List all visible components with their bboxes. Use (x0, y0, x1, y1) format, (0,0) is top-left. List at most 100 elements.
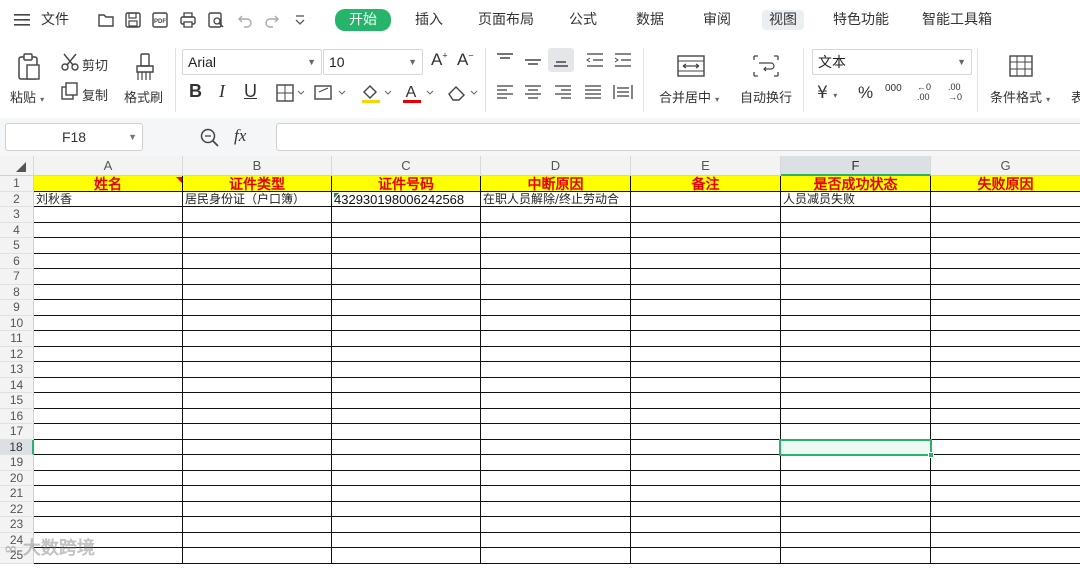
cell-g1[interactable]: 失败原因 (931, 176, 1080, 192)
cell-d22[interactable] (481, 501, 631, 517)
cell-a20[interactable] (34, 470, 183, 486)
cell-e9[interactable] (631, 300, 781, 316)
column-header-a[interactable]: A (34, 156, 183, 176)
cell-f11[interactable] (781, 331, 931, 347)
cell-c1[interactable]: 证件号码 (332, 176, 481, 192)
font-name-select[interactable]: Arial ▼ (182, 49, 322, 75)
decrease-indent-icon[interactable] (585, 52, 605, 68)
cell-b17[interactable] (183, 424, 332, 440)
cell-f7[interactable] (781, 269, 931, 285)
cell-c16[interactable] (332, 408, 481, 424)
cell-g5[interactable] (931, 238, 1080, 254)
tab-view[interactable]: 视图 (762, 10, 804, 30)
row-header-7[interactable]: 7 (0, 269, 34, 285)
column-header-g[interactable]: G (931, 156, 1080, 176)
cell-c6[interactable] (332, 253, 481, 269)
cell-g19[interactable] (931, 455, 1080, 471)
cell-e20[interactable] (631, 470, 781, 486)
row-header-16[interactable]: 16 (0, 408, 34, 424)
cell-b7[interactable] (183, 269, 332, 285)
column-header-c[interactable]: C (332, 156, 481, 176)
cell-d5[interactable] (481, 238, 631, 254)
font-color-icon[interactable]: A (402, 82, 436, 104)
cell-a7[interactable] (34, 269, 183, 285)
cell-b24[interactable] (183, 532, 332, 548)
cell-c17[interactable] (332, 424, 481, 440)
tab-formulas[interactable]: 公式 (569, 10, 597, 30)
cell-f2[interactable]: 人员减员失败 (781, 191, 931, 207)
row-header-15[interactable]: 15 (0, 393, 34, 409)
cell-g9[interactable] (931, 300, 1080, 316)
cell-c4[interactable] (332, 222, 481, 238)
cell-c24[interactable] (332, 532, 481, 548)
table-style-button[interactable]: 表 (1071, 87, 1080, 106)
cell-f16[interactable] (781, 408, 931, 424)
formula-input[interactable] (276, 123, 1080, 151)
row-header-1[interactable]: 1 (0, 176, 34, 192)
cell-f22[interactable] (781, 501, 931, 517)
row-header-14[interactable]: 14 (0, 377, 34, 393)
cell-d12[interactable] (481, 346, 631, 362)
row-header-9[interactable]: 9 (0, 300, 34, 316)
cell-g13[interactable] (931, 362, 1080, 378)
cell-f10[interactable] (781, 315, 931, 331)
row-header-19[interactable]: 19 (0, 455, 34, 471)
cell-c22[interactable] (332, 501, 481, 517)
increase-decimal-button[interactable]: ←0 .00 (917, 82, 937, 102)
cell-g18[interactable] (931, 440, 1080, 455)
row-header-22[interactable]: 22 (0, 501, 34, 517)
cell-e4[interactable] (631, 222, 781, 238)
cell-d3[interactable] (481, 207, 631, 223)
scissors-icon[interactable] (60, 52, 80, 72)
cut-button[interactable]: 剪切 (82, 55, 108, 74)
cell-g3[interactable] (931, 207, 1080, 223)
cell-a4[interactable] (34, 222, 183, 238)
hamburger-menu-icon[interactable] (14, 13, 32, 27)
print-preview-icon[interactable] (207, 11, 225, 29)
cell-g22[interactable] (931, 502, 1080, 517)
cell-d4[interactable] (481, 222, 631, 238)
tab-smart-toolbox[interactable]: 智能工具箱 (922, 10, 992, 30)
cell-d8[interactable] (481, 284, 631, 300)
zoom-search-icon[interactable] (199, 127, 221, 149)
row-header-4[interactable]: 4 (0, 222, 34, 238)
fill-color-icon[interactable] (360, 82, 394, 104)
row-header-21[interactable]: 21 (0, 486, 34, 502)
cell-a12[interactable] (34, 346, 183, 362)
cell-a3[interactable] (34, 207, 183, 223)
cell-f3[interactable] (781, 207, 931, 223)
cell-f21[interactable] (781, 486, 931, 502)
cell-b25[interactable] (183, 548, 332, 564)
cell-g16[interactable] (931, 409, 1080, 424)
cell-a6[interactable] (34, 253, 183, 269)
cell-d17[interactable] (481, 424, 631, 440)
cell-g11[interactable] (931, 331, 1080, 347)
cell-b1[interactable]: 证件类型 (183, 176, 332, 192)
cell-a10[interactable] (34, 315, 183, 331)
eraser-icon[interactable] (446, 83, 480, 103)
cell-f9[interactable] (781, 300, 931, 316)
row-header-18[interactable]: 18 (0, 439, 34, 455)
cell-c7[interactable] (332, 269, 481, 285)
cell-d23[interactable] (481, 517, 631, 533)
cell-g17[interactable] (931, 424, 1080, 440)
cell-g12[interactable] (931, 347, 1080, 362)
cell-f19[interactable] (781, 455, 931, 471)
cell-c3[interactable] (332, 207, 481, 223)
cell-d11[interactable] (481, 331, 631, 347)
align-middle-icon[interactable] (523, 52, 543, 68)
cell-b11[interactable] (183, 331, 332, 347)
cell-c25[interactable] (332, 548, 481, 564)
cell-g21[interactable] (931, 486, 1080, 502)
cell-e17[interactable] (631, 424, 781, 440)
cell-f14[interactable] (781, 377, 931, 393)
cell-e5[interactable] (631, 238, 781, 254)
column-header-e[interactable]: E (631, 156, 781, 176)
undo-icon[interactable] (236, 11, 254, 29)
cell-d1[interactable]: 中断原因 (481, 176, 631, 192)
cell-d14[interactable] (481, 377, 631, 393)
cell-e7[interactable] (631, 269, 781, 285)
cell-f17[interactable] (781, 424, 931, 440)
cell-d20[interactable] (481, 470, 631, 486)
cell-d16[interactable] (481, 408, 631, 424)
